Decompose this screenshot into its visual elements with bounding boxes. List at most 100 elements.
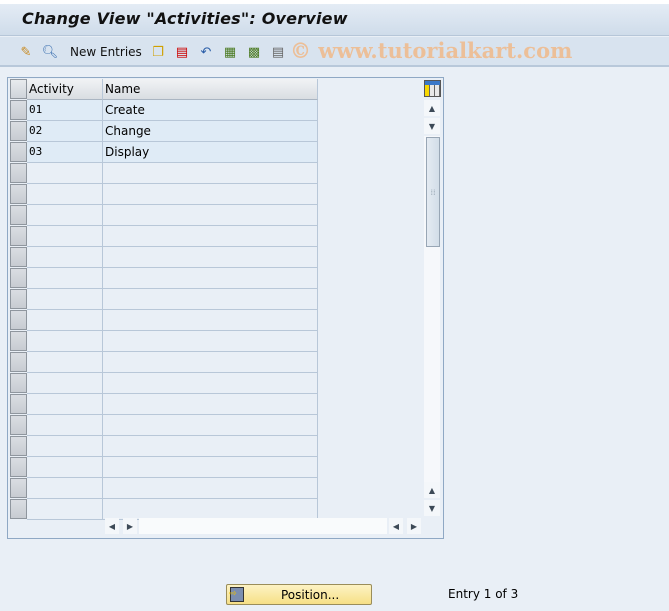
select-block-icon[interactable]: ▩ (246, 44, 262, 60)
cell-name[interactable] (103, 247, 318, 268)
row-selector[interactable] (10, 499, 27, 519)
cell-name[interactable] (103, 205, 318, 226)
row-selector[interactable] (10, 289, 27, 309)
copy-icon[interactable]: ❐ (150, 44, 166, 60)
cell-activity[interactable] (27, 436, 103, 457)
cell-name[interactable] (103, 394, 318, 415)
scroll-left-end-button[interactable]: ◀ (389, 518, 403, 534)
table-row (8, 268, 318, 289)
application-toolbar: ✎ 🔍︎ New Entries ❐ ▤ ↶ ▦ ▩ ▤ (0, 37, 669, 67)
cell-name[interactable] (103, 415, 318, 436)
cell-name[interactable]: Create (103, 100, 318, 121)
position-button[interactable]: Position... (226, 584, 372, 605)
cell-name[interactable]: Change (103, 121, 318, 142)
cell-name[interactable] (103, 163, 318, 184)
row-selector[interactable] (10, 121, 27, 141)
cell-activity[interactable] (27, 310, 103, 331)
row-selector[interactable] (10, 142, 27, 162)
cell-activity[interactable] (27, 289, 103, 310)
deselect-all-icon[interactable]: ▤ (270, 44, 286, 60)
table-settings-icon[interactable] (424, 80, 441, 97)
row-selector[interactable] (10, 436, 27, 456)
cell-name[interactable] (103, 436, 318, 457)
row-selector[interactable] (10, 415, 27, 435)
table-row (8, 184, 318, 205)
cell-name[interactable] (103, 499, 318, 520)
scroll-down-button[interactable]: ▼ (424, 118, 440, 134)
cell-name[interactable] (103, 310, 318, 331)
cell-activity[interactable] (27, 478, 103, 499)
row-selector[interactable] (10, 352, 27, 372)
table-header-row: Activity Name (8, 79, 318, 100)
new-entries-button[interactable]: New Entries (70, 45, 142, 59)
page-up-button[interactable]: ▲ (424, 482, 440, 498)
vertical-scroll-thumb[interactable]: ⁞⁞ (426, 137, 440, 247)
position-icon (229, 587, 244, 602)
cell-activity[interactable] (27, 373, 103, 394)
details-icon[interactable]: 🔍︎ (42, 44, 59, 60)
page-down-button[interactable]: ▼ (424, 500, 440, 516)
table-row (8, 394, 318, 415)
cell-name[interactable] (103, 478, 318, 499)
cell-activity[interactable] (27, 457, 103, 478)
row-selector[interactable] (10, 478, 27, 498)
cell-activity[interactable] (27, 205, 103, 226)
scroll-right-button[interactable]: ▶ (123, 518, 137, 534)
cell-name[interactable] (103, 457, 318, 478)
row-selector[interactable] (10, 310, 27, 330)
table-row (8, 478, 318, 499)
row-selector[interactable] (10, 226, 27, 246)
column-header-activity[interactable]: Activity (27, 79, 103, 100)
cell-activity[interactable]: 01 (27, 100, 103, 121)
row-selector[interactable] (10, 373, 27, 393)
cell-activity[interactable] (27, 163, 103, 184)
table-row (8, 415, 318, 436)
cell-activity[interactable] (27, 331, 103, 352)
undo-icon[interactable]: ↶ (198, 44, 214, 60)
cell-activity[interactable] (27, 184, 103, 205)
table-row (8, 289, 318, 310)
change-display-icon[interactable]: ✎ (18, 44, 34, 60)
cell-activity[interactable] (27, 499, 103, 520)
row-selector[interactable] (10, 205, 27, 225)
delete-icon[interactable]: ▤ (174, 44, 190, 60)
cell-activity[interactable] (27, 394, 103, 415)
table-row (8, 436, 318, 457)
cell-activity[interactable]: 02 (27, 121, 103, 142)
cell-activity[interactable] (27, 268, 103, 289)
cell-activity[interactable] (27, 226, 103, 247)
row-selector[interactable] (10, 100, 27, 120)
scroll-right-end-button[interactable]: ▶ (407, 518, 421, 534)
cell-activity[interactable] (27, 247, 103, 268)
cell-name[interactable] (103, 289, 318, 310)
cell-activity[interactable]: 03 (27, 142, 103, 163)
table-row (8, 205, 318, 226)
row-selector[interactable] (10, 394, 27, 414)
cell-activity[interactable] (27, 415, 103, 436)
scroll-left-button[interactable]: ◀ (105, 518, 119, 534)
cell-name[interactable] (103, 226, 318, 247)
select-all-rows-button[interactable] (10, 79, 27, 99)
scroll-up-button[interactable]: ▲ (424, 100, 440, 116)
cell-name[interactable] (103, 331, 318, 352)
horizontal-scroll-track[interactable] (139, 518, 387, 534)
table-row (8, 499, 318, 520)
row-selector[interactable] (10, 247, 27, 267)
position-button-label: Position... (281, 588, 340, 602)
table-row (8, 247, 318, 268)
row-selector[interactable] (10, 268, 27, 288)
row-selector[interactable] (10, 457, 27, 477)
row-selector[interactable] (10, 184, 27, 204)
column-header-name[interactable]: Name (103, 79, 318, 100)
cell-name[interactable] (103, 184, 318, 205)
row-selector[interactable] (10, 163, 27, 183)
row-selector[interactable] (10, 331, 27, 351)
table-row (8, 457, 318, 478)
cell-activity[interactable] (27, 352, 103, 373)
cell-name[interactable]: Display (103, 142, 318, 163)
cell-name[interactable] (103, 268, 318, 289)
cell-name[interactable] (103, 352, 318, 373)
cell-name[interactable] (103, 373, 318, 394)
select-all-icon[interactable]: ▦ (222, 44, 238, 60)
table-row: 02 Change (8, 121, 318, 142)
